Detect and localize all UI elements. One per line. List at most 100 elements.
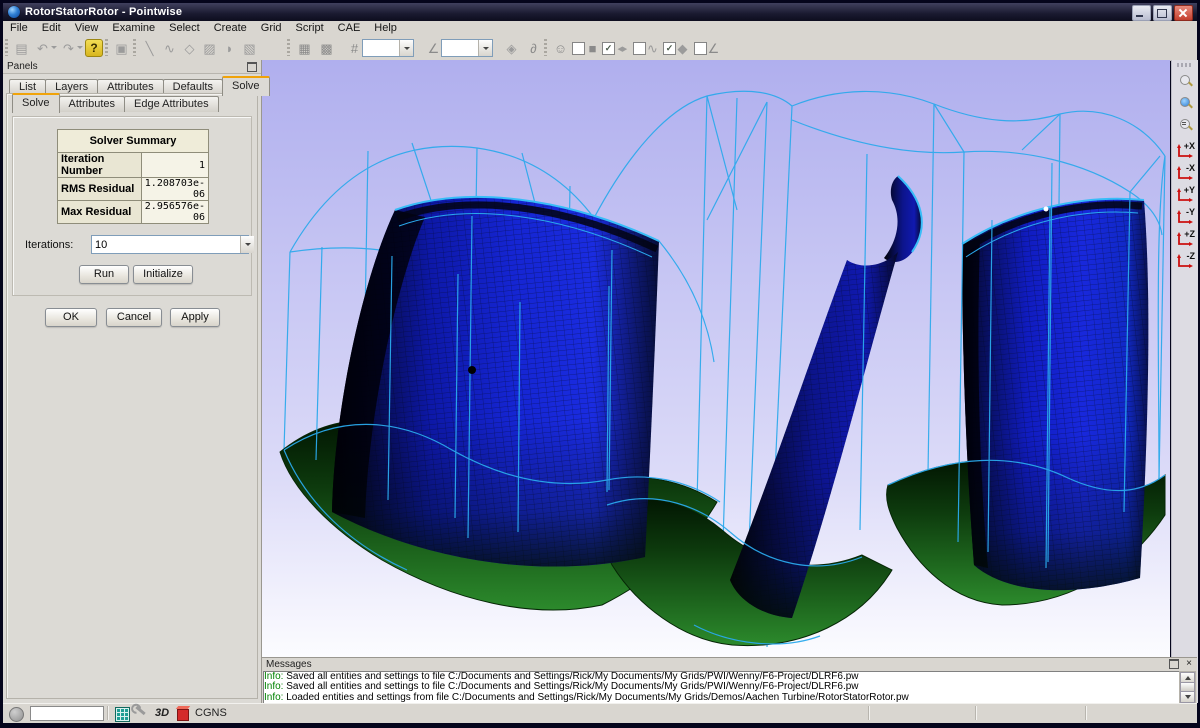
run-button[interactable]: Run: [79, 265, 129, 284]
redo-dropdown-icon[interactable]: [77, 46, 83, 49]
scroll-down-icon[interactable]: [1180, 691, 1195, 703]
show-database-icon[interactable]: ◆: [672, 38, 693, 59]
combo-dropdown-icon[interactable]: [399, 40, 413, 56]
cancel-button[interactable]: Cancel: [106, 308, 162, 327]
view-plus-x-button[interactable]: +X: [1174, 140, 1196, 161]
toolbar-grip[interactable]: [544, 39, 547, 56]
create-curve-icon[interactable]: ∿: [159, 38, 180, 59]
show-blocks-icon[interactable]: ■: [582, 38, 603, 59]
float-messages-icon[interactable]: [1169, 659, 1179, 669]
tab-solve[interactable]: Solve: [222, 76, 270, 96]
help-icon[interactable]: ?: [85, 39, 103, 57]
create-block-icon[interactable]: ▧: [239, 38, 260, 59]
grid-level-input[interactable]: [363, 40, 399, 56]
float-panel-icon[interactable]: [247, 62, 257, 72]
menu-select[interactable]: Select: [162, 21, 207, 35]
separator: [107, 706, 108, 720]
minimize-button[interactable]: [1132, 5, 1151, 21]
menu-help[interactable]: Help: [367, 21, 404, 35]
messages-dock: Messages × Info: Saved all entities and …: [262, 658, 1197, 703]
undo-dropdown-icon[interactable]: [51, 46, 57, 49]
solve-groupbox: Solver Summary Iteration Number 1 RMS Re…: [12, 116, 252, 296]
wrench-icon: [135, 706, 145, 715]
toolbar-grip[interactable]: [133, 39, 136, 56]
grid-level-combo[interactable]: [362, 39, 414, 57]
create-extrude-icon[interactable]: ◗: [219, 38, 240, 59]
iterations-input[interactable]: [92, 236, 240, 253]
messages-scrollbar[interactable]: [1179, 671, 1196, 704]
menu-bar: File Edit View Examine Select Create Gri…: [3, 21, 1197, 35]
show-domain-icon[interactable]: ◆: [612, 43, 633, 55]
iterations-combo[interactable]: [91, 235, 249, 254]
selected-point[interactable]: [468, 366, 476, 374]
layer-stack-icon[interactable]: ▣: [111, 38, 132, 59]
show-mask-icon[interactable]: ☺: [550, 38, 571, 59]
viewport-3d[interactable]: [262, 60, 1170, 657]
show-connectors-icon[interactable]: ∿: [642, 38, 663, 59]
toolbar-grip[interactable]: [105, 39, 108, 56]
panels-dock: Panels List Layers Attributes Defaults S…: [3, 60, 261, 703]
close-button[interactable]: [1174, 5, 1193, 21]
log-line: Info: Loaded entities and settings from …: [264, 693, 1182, 703]
subtab-attributes[interactable]: Attributes: [59, 96, 125, 112]
menu-create[interactable]: Create: [207, 21, 254, 35]
angle-input[interactable]: [442, 40, 478, 56]
view-plus-y-button[interactable]: +Y: [1174, 184, 1196, 205]
initialize-button[interactable]: Initialize: [133, 265, 193, 284]
main-toolbar: ▤ ↶ ↷ ? ▣ ╲ ∿ ◇ ▨ ◗ ▧ ▦ ▩ # ∠ ◈ ∂ ☺ ■ ✓: [3, 35, 1197, 61]
menu-grid[interactable]: Grid: [254, 21, 289, 35]
solve-tab-page: Solve Attributes Edge Attributes Solver …: [6, 93, 258, 699]
progress-field: [30, 706, 104, 721]
menu-edit[interactable]: Edit: [35, 21, 68, 35]
zoom-to-fit-icon[interactable]: [1174, 92, 1196, 113]
show-angle-icon[interactable]: ∠: [703, 38, 724, 59]
view-plus-z-button[interactable]: +Z: [1174, 228, 1196, 249]
zoom-actual-size-icon[interactable]: [1174, 114, 1196, 135]
unstructured-grid-icon[interactable]: ▩: [316, 38, 337, 59]
toolbar-grip[interactable]: [287, 39, 290, 56]
diamond-tool-icon[interactable]: ◈: [501, 38, 522, 59]
create-domain-icon[interactable]: ◇: [179, 38, 200, 59]
structured-grid-icon[interactable]: ▦: [294, 38, 315, 59]
create-connector-icon[interactable]: ╲: [139, 38, 160, 59]
solver-summary-table: Solver Summary Iteration Number 1 RMS Re…: [57, 129, 209, 224]
cae-cube-icon: [177, 709, 189, 721]
menu-view[interactable]: View: [68, 21, 106, 35]
view-minus-y-button[interactable]: -Y: [1174, 206, 1196, 227]
message-log: Info: Saved all entities and settings to…: [263, 671, 1182, 704]
combo-dropdown-icon[interactable]: [240, 236, 254, 253]
iteration-number-label: Iteration Number: [58, 153, 142, 178]
separator: [868, 706, 869, 720]
rms-residual-value: 1.208703e-06: [141, 178, 208, 201]
iterations-label: Iterations:: [25, 239, 73, 251]
messages-titlebar: Messages ×: [262, 658, 1197, 670]
ok-button[interactable]: OK: [45, 308, 97, 327]
apply-button[interactable]: Apply: [170, 308, 220, 327]
toolbar-grip[interactable]: [1177, 63, 1193, 67]
menu-file[interactable]: File: [3, 21, 35, 35]
partial-derivative-icon[interactable]: ∂: [523, 38, 544, 59]
undo-icon[interactable]: ↶: [32, 38, 53, 59]
menu-cae[interactable]: CAE: [331, 21, 368, 35]
menu-examine[interactable]: Examine: [105, 21, 162, 35]
view-minus-x-button[interactable]: -X: [1174, 162, 1196, 183]
restore-button[interactable]: [1153, 5, 1172, 21]
subtab-solve[interactable]: Solve: [12, 93, 60, 113]
view-minus-z-button[interactable]: -Z: [1174, 250, 1196, 271]
menu-script[interactable]: Script: [289, 21, 331, 35]
panel-tab-bar: List Layers Attributes Defaults Solve: [9, 76, 269, 94]
zoom-icon[interactable]: [1174, 70, 1196, 91]
angle-combo[interactable]: [441, 39, 493, 57]
subtab-edge-attributes[interactable]: Edge Attributes: [124, 96, 219, 112]
status-bar: 3D CGNS: [3, 703, 1197, 723]
toolbar-grip[interactable]: [5, 39, 8, 56]
dimension-label: 3D: [155, 707, 169, 719]
grid-point: [1044, 207, 1049, 212]
create-meshed-domain-icon[interactable]: ▨: [199, 38, 220, 59]
combo-dropdown-icon[interactable]: [478, 40, 492, 56]
close-messages-icon[interactable]: ×: [1186, 659, 1192, 669]
pointwise-logo-icon: [8, 6, 20, 18]
redo-icon[interactable]: ↷: [58, 38, 79, 59]
solver-summary-title: Solver Summary: [58, 130, 209, 153]
save-icon[interactable]: ▤: [11, 38, 32, 59]
